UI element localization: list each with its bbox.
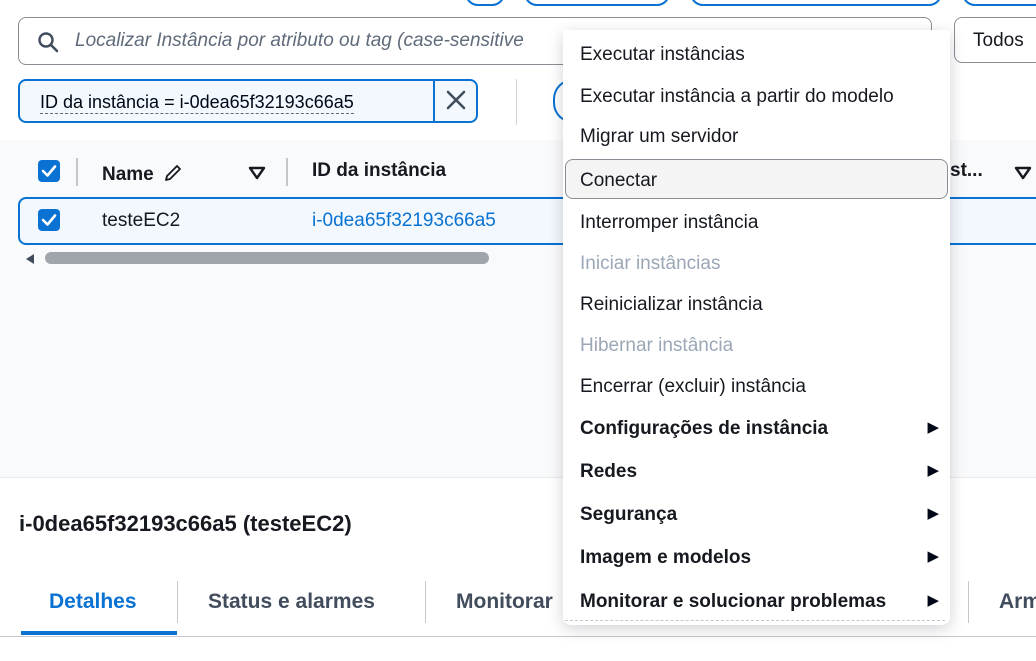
- row-checkbox[interactable]: [38, 209, 60, 231]
- tab-divider: [177, 581, 178, 623]
- column-header-name[interactable]: Name: [102, 160, 183, 186]
- caret-right-icon: ▶: [927, 419, 939, 436]
- filter-token[interactable]: ID da instância = i-0dea65f32193c66a5: [18, 79, 478, 123]
- menu-item-interromper-instancia[interactable]: Interromper instância: [580, 212, 758, 234]
- horizontal-scrollbar[interactable]: [45, 252, 489, 264]
- menu-scroll-edge: [565, 620, 945, 622]
- caret-right-icon: ▶: [927, 548, 939, 565]
- select-all-checkbox[interactable]: [38, 160, 60, 182]
- menu-item-hibernar-instancia: Hibernar instância: [580, 335, 734, 356]
- filter-token-divider: [433, 81, 435, 121]
- active-tab-indicator: [21, 631, 177, 635]
- check-icon: [41, 214, 57, 226]
- menu-item-reinicializar-instancia[interactable]: Reinicializar instância: [580, 294, 763, 316]
- menu-item-migrar-servidor[interactable]: Migrar um servidor: [580, 126, 738, 148]
- menu-group-seguranca[interactable]: Segurança ▶: [580, 504, 945, 526]
- menu-group-label: Configurações de instância: [580, 418, 829, 439]
- cell-name: testeEC2: [102, 210, 181, 231]
- tab-divider: [968, 581, 969, 623]
- caret-right-icon: ▶: [927, 505, 939, 522]
- tab-armazenamento[interactable]: Arm: [999, 590, 1036, 614]
- column-header-state[interactable]: st...: [950, 160, 983, 182]
- tab-monitorar[interactable]: Monitorar: [456, 590, 553, 614]
- sort-down-icon[interactable]: [248, 166, 266, 185]
- instance-actions-menu: Executar instâncias Executar instância a…: [563, 30, 950, 625]
- menu-group-label: Segurança: [580, 504, 678, 525]
- toolbar-button-partial-3[interactable]: [690, 0, 942, 6]
- sort-down-icon[interactable]: [1014, 166, 1032, 185]
- close-icon[interactable]: [445, 89, 467, 116]
- menu-item-executar-a-partir-modelo[interactable]: Executar instância a partir do modelo: [580, 86, 894, 108]
- state-filter-select[interactable]: Todos: [954, 17, 1036, 63]
- check-icon: [41, 165, 57, 177]
- column-header-instance-id[interactable]: ID da instância: [312, 160, 446, 182]
- menu-item-encerrar-instancia[interactable]: Encerrar (excluir) instância: [580, 376, 806, 398]
- column-divider: [76, 158, 78, 186]
- tab-status-alarmes[interactable]: Status e alarmes: [208, 590, 375, 614]
- toolbar-button-partial-4[interactable]: [962, 0, 1036, 6]
- menu-item-iniciar-instancias: Iniciar instâncias: [580, 253, 721, 274]
- column-divider: [286, 158, 288, 186]
- search-input[interactable]: [73, 26, 597, 56]
- menu-group-label: Imagem e modelos: [580, 547, 752, 568]
- caret-right-icon: ▶: [927, 462, 939, 479]
- edit-pencil-icon: [163, 165, 183, 188]
- menu-group-imagem-modelos[interactable]: Imagem e modelos ▶: [580, 547, 945, 569]
- cell-instance-id-link[interactable]: i-0dea65f32193c66a5: [312, 210, 496, 232]
- menu-group-label: Redes: [580, 461, 638, 482]
- column-header-label: Name: [102, 164, 154, 185]
- details-title: i-0dea65f32193c66a5 (testeEC2): [19, 511, 352, 536]
- tab-detalhes[interactable]: Detalhes: [49, 590, 137, 614]
- toolbar-button-partial-1[interactable]: [465, 0, 505, 6]
- toolbar-divider: [516, 79, 517, 125]
- caret-right-icon: ▶: [927, 592, 939, 609]
- menu-group-label: Monitorar e solucionar problemas: [580, 591, 887, 612]
- menu-item-executar-instancias[interactable]: Executar instâncias: [580, 44, 745, 66]
- menu-group-redes[interactable]: Redes ▶: [580, 461, 945, 483]
- tabs-border: [0, 636, 1036, 637]
- menu-item-conectar[interactable]: Conectar: [580, 170, 657, 192]
- scroll-left-arrow-icon[interactable]: [24, 252, 36, 270]
- search-icon: [37, 31, 59, 58]
- menu-group-monitorar-solucionar[interactable]: Monitorar e solucionar problemas ▶: [580, 591, 945, 613]
- tab-divider: [425, 581, 426, 623]
- menu-group-configuracoes[interactable]: Configurações de instância ▶: [580, 418, 945, 440]
- toolbar-button-partial-2[interactable]: [524, 0, 670, 6]
- filter-token-label[interactable]: ID da instância = i-0dea65f32193c66a5: [40, 91, 354, 114]
